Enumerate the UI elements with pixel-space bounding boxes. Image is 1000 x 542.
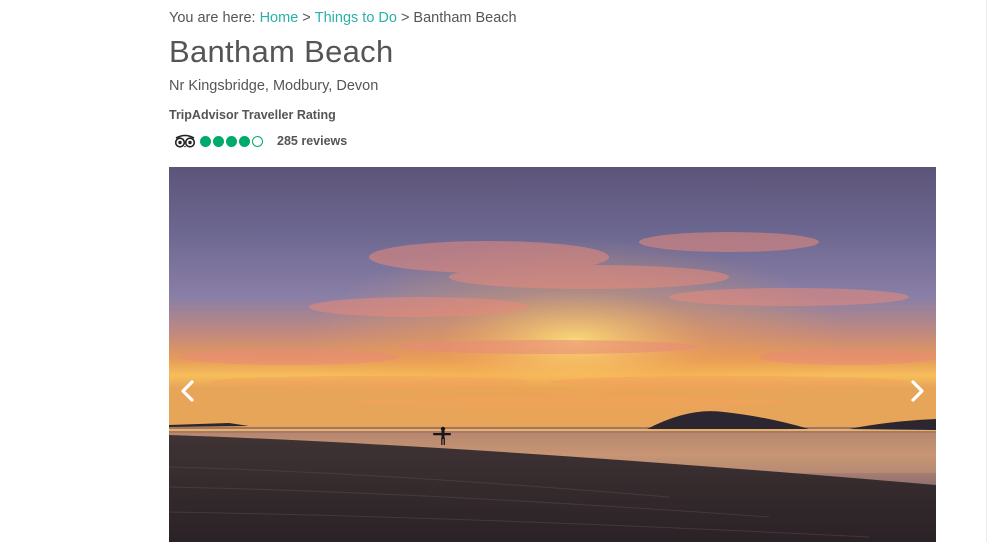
chevron-right-icon[interactable] — [906, 379, 928, 403]
page-edge-divider — [986, 0, 987, 542]
breadcrumb: You are here: Home > Things to Do > Bantham … — [169, 10, 517, 26]
chevron-left-icon[interactable] — [177, 379, 199, 403]
rating-bubble-filled — [226, 135, 237, 147]
breadcrumb-current: Bantham Beach — [413, 10, 517, 26]
rating-bubble-filled — [213, 135, 224, 147]
rating-bubbles — [200, 135, 265, 147]
sunset-beach-surfer-photo — [169, 167, 936, 542]
location-text: Nr Kingsbridge, Modbury, Devon — [169, 78, 379, 94]
reviews-count[interactable]: 285 reviews — [277, 134, 347, 148]
rating-bubble-empty — [252, 135, 263, 147]
tripadvisor-owl-icon — [174, 134, 196, 148]
page-title: Bantham Beach — [169, 34, 394, 69]
rating-label: TripAdvisor Traveller Rating — [169, 108, 336, 122]
breadcrumb-link-things-to-do[interactable]: Things to Do — [315, 10, 397, 26]
breadcrumb-link-home[interactable]: Home — [260, 10, 299, 26]
rating-bubble-filled — [239, 135, 250, 147]
rating-bubble-filled — [200, 135, 211, 147]
breadcrumb-prefix: You are here: — [169, 10, 256, 26]
breadcrumb-separator: > — [400, 10, 410, 26]
rating-row: 285 reviews — [174, 132, 347, 150]
photo-carousel — [169, 167, 936, 542]
page: You are here: Home > Things to Do > Bantham … — [0, 0, 1000, 542]
breadcrumb-separator: > — [302, 10, 311, 26]
